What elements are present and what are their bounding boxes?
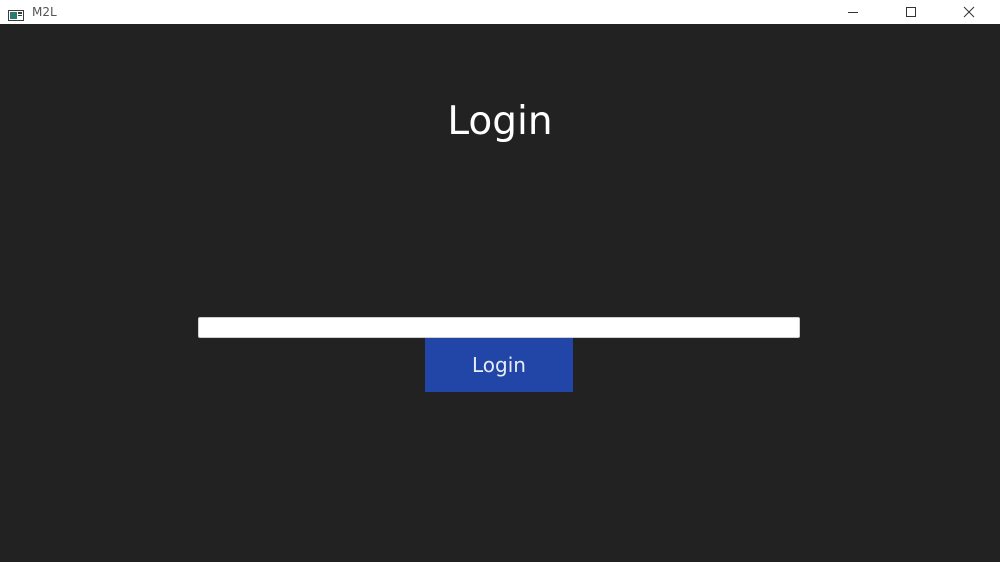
- app-window: M2L Login Login: [0, 0, 1000, 562]
- window-app-icon: [8, 6, 24, 21]
- close-button[interactable]: [940, 0, 998, 24]
- maximize-icon: [905, 3, 917, 22]
- close-icon: [963, 3, 975, 22]
- page-title: Login: [447, 99, 553, 144]
- login-panel: Login Login: [0, 24, 1000, 562]
- title-bar[interactable]: M2L: [0, 0, 1000, 24]
- window-title: M2L: [32, 5, 57, 19]
- maximize-button[interactable]: [882, 0, 940, 24]
- minimize-icon: [847, 3, 859, 22]
- login-input[interactable]: [198, 317, 800, 338]
- login-button[interactable]: Login: [425, 338, 573, 392]
- minimize-button[interactable]: [824, 0, 882, 24]
